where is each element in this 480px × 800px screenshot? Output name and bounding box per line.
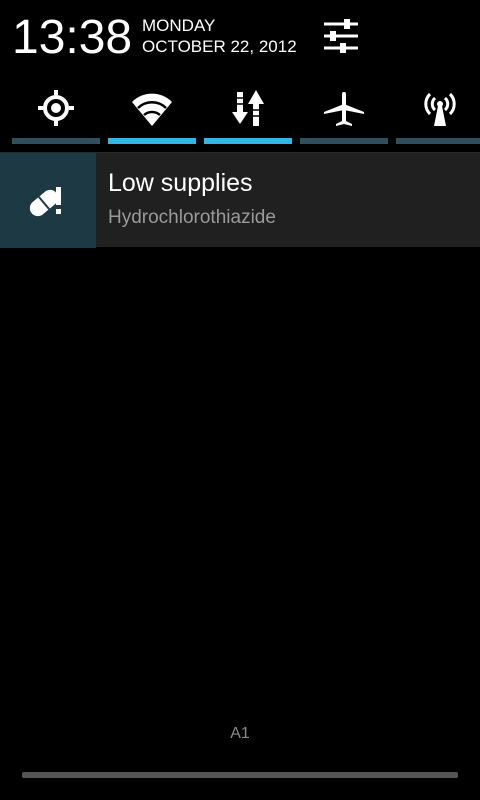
notification-low-supplies[interactable]: Low supplies Hydrochlorothiazide	[0, 152, 480, 248]
notification-text: Hydrochlorothiazide	[108, 207, 276, 228]
toggle-indicator	[108, 138, 196, 144]
toggle-wifi[interactable]	[108, 80, 196, 150]
quick-toggles	[0, 80, 480, 150]
date-block: MONDAY OCTOBER 22, 2012	[142, 16, 297, 58]
toggle-indicator	[396, 138, 480, 144]
toggle-indicator	[204, 138, 292, 144]
notification-icon-area	[0, 153, 96, 248]
brightness-icon	[38, 90, 74, 126]
date-label: OCTOBER 22, 2012	[142, 37, 297, 56]
day-label: MONDAY	[142, 16, 216, 35]
data-transfer-icon	[232, 90, 264, 126]
toggle-airplane-mode[interactable]	[300, 80, 388, 150]
carrier-label: A1	[230, 725, 250, 742]
shade-drag-handle[interactable]	[22, 772, 458, 778]
settings-sliders-icon	[324, 19, 358, 53]
toggle-indicator	[12, 138, 100, 144]
wifi-icon	[132, 93, 172, 126]
airplane-icon	[324, 92, 364, 126]
toggle-indicator	[300, 138, 388, 144]
status-header: 13:38 MONDAY OCTOBER 22, 2012	[0, 0, 480, 78]
toggle-hotspot[interactable]	[396, 80, 480, 150]
clock: 13:38	[12, 11, 133, 64]
notification-title: Low supplies	[108, 169, 253, 197]
toggle-brightness[interactable]	[12, 80, 100, 150]
toggle-mobile-data[interactable]	[204, 80, 292, 150]
pill-alert-icon	[29, 187, 61, 217]
settings-button[interactable]	[318, 14, 364, 60]
broadcast-icon	[424, 92, 456, 126]
